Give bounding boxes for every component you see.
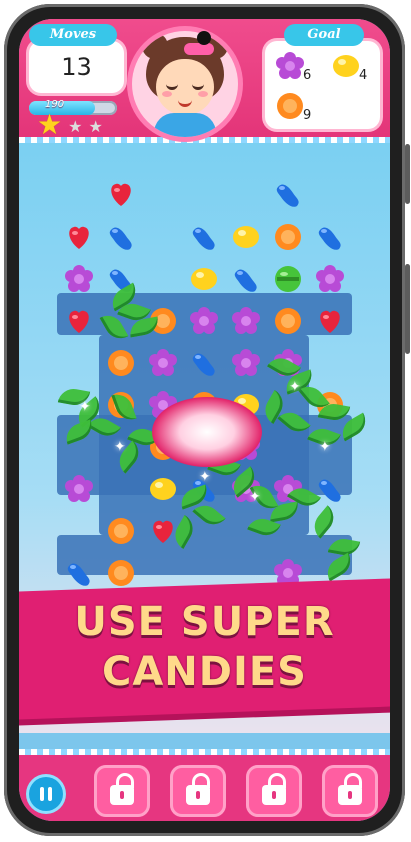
sparkle-icon: ✦ bbox=[249, 489, 261, 505]
booster-slot-4[interactable] bbox=[322, 765, 378, 817]
goal-count: 9 bbox=[303, 108, 312, 123]
purple-flower-candy-icon[interactable] bbox=[148, 348, 178, 378]
goal-panel: 6 4 9 bbox=[265, 41, 380, 129]
lock-icon bbox=[186, 773, 210, 805]
blue-bean-candy-icon[interactable] bbox=[106, 222, 136, 252]
purple-flower-candy-icon[interactable] bbox=[64, 474, 94, 504]
blue-bean-candy-icon[interactable] bbox=[273, 179, 303, 209]
blue-bean-candy-icon[interactable] bbox=[64, 558, 94, 588]
front-camera bbox=[197, 31, 211, 45]
character-avatar bbox=[132, 31, 238, 137]
game-screen: 13 Moves 190 ★ ★ ★ 6 4 9 Goal ✦ ✦ ✦ ✦ ✦ … bbox=[19, 19, 390, 821]
purple-flower-candy-icon[interactable] bbox=[315, 264, 345, 294]
orange-round-candy-icon[interactable] bbox=[106, 558, 136, 588]
hair-bow bbox=[184, 43, 214, 55]
blue-bean-candy-icon[interactable] bbox=[231, 264, 261, 294]
sparkle-icon: ✦ bbox=[79, 399, 91, 415]
moves-label: Moves bbox=[29, 24, 117, 46]
banner-line-2: CANDIES bbox=[101, 649, 307, 695]
lock-icon bbox=[338, 773, 362, 805]
sparkle-icon: ✦ bbox=[199, 469, 211, 485]
banner-line-1: USE SUPER bbox=[74, 599, 335, 645]
purple-flower-candy-icon[interactable] bbox=[231, 348, 261, 378]
yellow-lemon-candy-icon bbox=[333, 55, 359, 77]
yellow-lemon-candy-icon[interactable] bbox=[189, 264, 219, 294]
eye bbox=[166, 81, 178, 90]
goal-item: 4 bbox=[331, 51, 368, 83]
moves-value: 13 bbox=[61, 53, 92, 81]
pause-icon bbox=[48, 787, 52, 801]
blue-bean-candy-icon[interactable] bbox=[189, 222, 219, 252]
sparkle-icon: ✦ bbox=[114, 439, 126, 455]
lock-icon bbox=[110, 773, 134, 805]
sparkle-icon: ✦ bbox=[289, 379, 301, 395]
red-heart-candy-icon[interactable] bbox=[64, 306, 94, 336]
orange-round-candy-icon[interactable] bbox=[273, 306, 303, 336]
yellow-lemon-candy-icon[interactable] bbox=[231, 222, 261, 252]
power-button bbox=[405, 264, 410, 354]
orange-round-candy-icon[interactable] bbox=[273, 222, 303, 252]
red-heart-candy-icon[interactable] bbox=[148, 516, 178, 546]
star-icon: ★ bbox=[68, 117, 83, 136]
orange-round-candy-icon[interactable] bbox=[106, 348, 136, 378]
volume-button bbox=[405, 144, 410, 204]
green-ball-candy-icon[interactable] bbox=[273, 264, 303, 294]
cheek bbox=[162, 91, 172, 97]
star-icon: ★ bbox=[37, 108, 63, 141]
cheek bbox=[198, 91, 208, 97]
goal-item: 6 bbox=[275, 51, 312, 83]
goal-count: 6 bbox=[303, 68, 312, 83]
purple-flower-candy-icon bbox=[276, 52, 304, 79]
orange-round-candy-icon bbox=[277, 93, 303, 119]
lock-icon bbox=[262, 773, 286, 805]
phone-frame: 13 Moves 190 ★ ★ ★ 6 4 9 Goal ✦ ✦ ✦ ✦ ✦ … bbox=[4, 4, 410, 836]
avatar-face bbox=[156, 59, 214, 115]
super-candy-burst bbox=[152, 397, 262, 467]
star-icon: ★ bbox=[88, 117, 103, 136]
purple-flower-candy-icon[interactable] bbox=[189, 306, 219, 336]
purple-flower-candy-icon[interactable] bbox=[231, 306, 261, 336]
goal-count: 4 bbox=[359, 68, 368, 83]
promo-banner-text: USE SUPER CANDIES bbox=[19, 597, 390, 697]
avatar-shirt bbox=[154, 113, 216, 137]
red-heart-candy-icon[interactable] bbox=[106, 179, 136, 209]
blue-bean-candy-icon[interactable] bbox=[189, 348, 219, 378]
sparkle-icon: ✦ bbox=[319, 439, 331, 455]
pause-button[interactable] bbox=[29, 777, 63, 811]
score-stars: ★ ★ ★ bbox=[37, 108, 103, 141]
booster-slot-2[interactable] bbox=[170, 765, 226, 817]
eye bbox=[192, 81, 204, 90]
orange-round-candy-icon[interactable] bbox=[106, 516, 136, 546]
red-heart-candy-icon[interactable] bbox=[315, 306, 345, 336]
moves-counter: 13 bbox=[29, 41, 124, 93]
blue-bean-candy-icon[interactable] bbox=[315, 222, 345, 252]
goal-item: 9 bbox=[275, 91, 312, 123]
yellow-lemon-candy-icon[interactable] bbox=[148, 474, 178, 504]
board-tile-row bbox=[57, 535, 352, 575]
pause-icon bbox=[40, 787, 44, 801]
mouth bbox=[178, 97, 192, 107]
red-heart-candy-icon[interactable] bbox=[64, 222, 94, 252]
booster-slot-1[interactable] bbox=[94, 765, 150, 817]
booster-slot-3[interactable] bbox=[246, 765, 302, 817]
goal-label: Goal bbox=[284, 24, 364, 46]
hair-bun bbox=[142, 33, 168, 59]
purple-flower-candy-icon[interactable] bbox=[64, 264, 94, 294]
